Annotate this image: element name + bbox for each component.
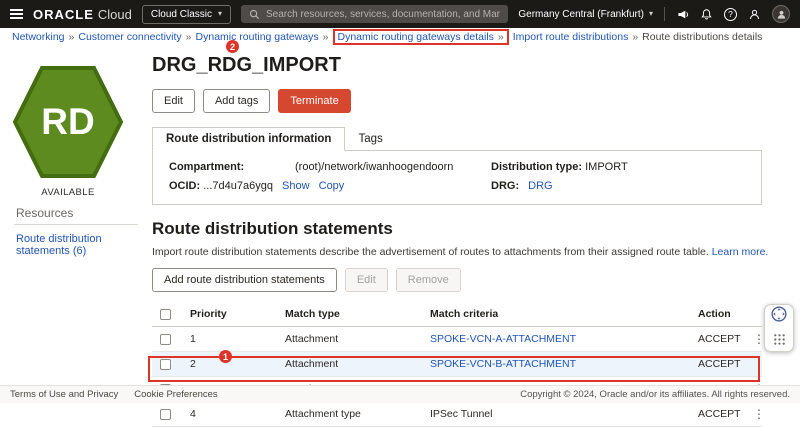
learn-more-link[interactable]: Learn more. — [712, 246, 769, 258]
statements-actions: Add route distribution statements Edit R… — [152, 268, 762, 292]
ocid-copy-link[interactable]: Copy — [319, 180, 345, 192]
attachment-link[interactable]: SPOKE-VCN-A-ATTACHMENT — [430, 333, 576, 345]
page-title: DRG_RDG_IMPORT — [152, 54, 762, 77]
chevron-down-icon: ▾ — [218, 10, 222, 18]
cloud-classic-button[interactable]: Cloud Classic ▾ — [142, 5, 231, 24]
row-checkbox[interactable] — [160, 359, 171, 370]
ocid-value: ...7d4u7a6ygq — [203, 180, 273, 192]
resources-divider — [14, 224, 138, 225]
breadcrumb-separator: » — [632, 31, 638, 43]
terminate-button[interactable]: Terminate — [278, 89, 350, 113]
logo-oracle: ORACLE — [33, 7, 94, 22]
statements-remove-button[interactable]: Remove — [396, 268, 461, 292]
edit-button[interactable]: Edit — [152, 89, 195, 113]
help-icon[interactable]: ? — [724, 8, 737, 21]
entity-actions: Edit Add tags Terminate — [152, 89, 762, 113]
distribution-type-label: Distribution type: — [491, 161, 582, 173]
breadcrumb-separator: » — [498, 31, 504, 43]
copyright-text: Copyright © 2024, Oracle and/or its affi… — [520, 389, 790, 400]
profile-avatar[interactable] — [772, 5, 790, 23]
distribution-type-value: IMPORT — [585, 161, 628, 173]
row-kebab-menu-icon[interactable]: ⋮ — [750, 407, 768, 421]
col-match-type: Match type — [277, 302, 422, 327]
statements-description: Import route distribution statements des… — [152, 246, 762, 258]
statements-edit-button[interactable]: Edit — [345, 268, 388, 292]
row-checkbox[interactable] — [160, 409, 171, 420]
row-kebab-menu-icon[interactable]: ⋮ — [750, 357, 768, 371]
resources-heading: Resources — [16, 206, 73, 220]
oracle-cloud-logo[interactable]: ORACLE Cloud — [33, 7, 132, 22]
drag-handle-dots-icon[interactable] — [773, 333, 786, 351]
attachment-link[interactable]: SPOKE-VCN-B-ATTACHMENT — [430, 358, 576, 370]
drg-link[interactable]: DRG — [528, 180, 552, 192]
topbar: ORACLE Cloud Cloud Classic ▾ Germany Cent… — [0, 0, 800, 28]
breadcrumb-customer-connectivity[interactable]: Customer connectivity — [78, 31, 181, 43]
col-match-criteria: Match criteria — [422, 302, 690, 327]
statements-table: Priority Match type Match criteria Actio… — [152, 302, 762, 427]
annotation-badge-1: 1 — [219, 350, 232, 363]
cookie-preferences-link[interactable]: Cookie Preferences — [134, 389, 217, 400]
announcements-icon[interactable] — [676, 8, 689, 21]
breadcrumb-current: Route distributions details — [642, 31, 762, 43]
breadcrumb-separator: » — [323, 31, 329, 43]
breadcrumb-separator: » — [186, 31, 192, 43]
route-distribution-information-panel: Compartment:(root)/network/iwanhoogendoo… — [152, 150, 762, 205]
sidebar-item-route-distribution-statements[interactable]: Route distribution statements (6) — [16, 233, 150, 257]
resource-hexagon-icon: RD — [12, 64, 124, 180]
compartment-value: (root)/network/iwanhoogendoorn — [295, 161, 453, 173]
topbar-right: Germany Central (Frankfurt) ▾ ? — [518, 5, 790, 23]
resource-initials: RD — [12, 64, 124, 180]
breadcrumb-import-route-distributions[interactable]: Import route distributions — [513, 31, 629, 43]
logo-cloud: Cloud — [98, 7, 132, 22]
compartment-label: Compartment: — [169, 161, 295, 173]
notifications-bell-icon[interactable] — [700, 8, 713, 21]
statements-heading: Route distribution statements — [152, 219, 762, 239]
search-input[interactable] — [266, 9, 500, 20]
table-row: 4 Attachment type IPSec Tunnel ACCEPT ⋮ — [152, 402, 762, 427]
table-header-row: Priority Match type Match criteria Actio… — [152, 302, 762, 327]
search-icon — [249, 9, 260, 20]
ocid-show-link[interactable]: Show — [282, 180, 310, 192]
terms-link[interactable]: Terms of Use and Privacy — [10, 389, 118, 400]
global-search[interactable] — [241, 5, 508, 23]
table-row: 1 Attachment SPOKE-VCN-A-ATTACHMENT ACCE… — [152, 327, 762, 352]
status-label: AVAILABLE — [0, 187, 136, 198]
breadcrumb-dynamic-routing-gateways[interactable]: Dynamic routing gateways — [196, 31, 319, 43]
drg-label: DRG: — [491, 180, 519, 192]
footer: Terms of Use and Privacy Cookie Preferen… — [0, 385, 800, 403]
select-all-checkbox[interactable] — [160, 309, 171, 320]
detail-tabs: Route distribution information Tags — [152, 127, 762, 150]
contacts-icon[interactable] — [748, 8, 761, 21]
tab-route-distribution-information[interactable]: Route distribution information — [152, 127, 345, 151]
main-content: DRG_RDG_IMPORT Edit Add tags Terminate R… — [152, 46, 762, 427]
breadcrumb-drg-details[interactable]: Dynamic routing gateways details — [338, 31, 494, 43]
tab-tags[interactable]: Tags — [345, 128, 395, 150]
pan-move-icon[interactable] — [770, 305, 788, 328]
annotation-badge-2: 2 — [226, 40, 239, 53]
hamburger-menu-icon[interactable] — [10, 9, 23, 19]
region-selector[interactable]: Germany Central (Frankfurt) ▾ — [518, 9, 653, 20]
question-glyph: ? — [728, 9, 733, 19]
breadcrumb-separator: » — [69, 31, 75, 43]
floating-annotation-tool[interactable] — [764, 304, 794, 352]
chevron-down-icon: ▾ — [649, 10, 653, 18]
col-priority: Priority — [182, 302, 277, 327]
sidebar: RD AVAILABLE Resources Route distributio… — [0, 46, 150, 385]
breadcrumb-networking[interactable]: Networking — [12, 31, 65, 43]
add-tags-button[interactable]: Add tags — [203, 89, 270, 113]
col-action: Action — [690, 302, 742, 327]
topbar-divider — [664, 7, 665, 21]
region-label: Germany Central (Frankfurt) — [518, 9, 644, 20]
table-row: 2 Attachment SPOKE-VCN-B-ATTACHMENT ACCE… — [152, 352, 762, 377]
row-checkbox[interactable] — [160, 334, 171, 345]
add-route-distribution-statements-button[interactable]: Add route distribution statements — [152, 268, 337, 292]
annotation-box-breadcrumb: Dynamic routing gateways details » — [333, 29, 509, 45]
breadcrumb: Networking » Customer connectivity » Dyn… — [0, 28, 800, 46]
ocid-label: OCID: — [169, 180, 200, 192]
cloud-classic-label: Cloud Classic — [151, 9, 212, 20]
